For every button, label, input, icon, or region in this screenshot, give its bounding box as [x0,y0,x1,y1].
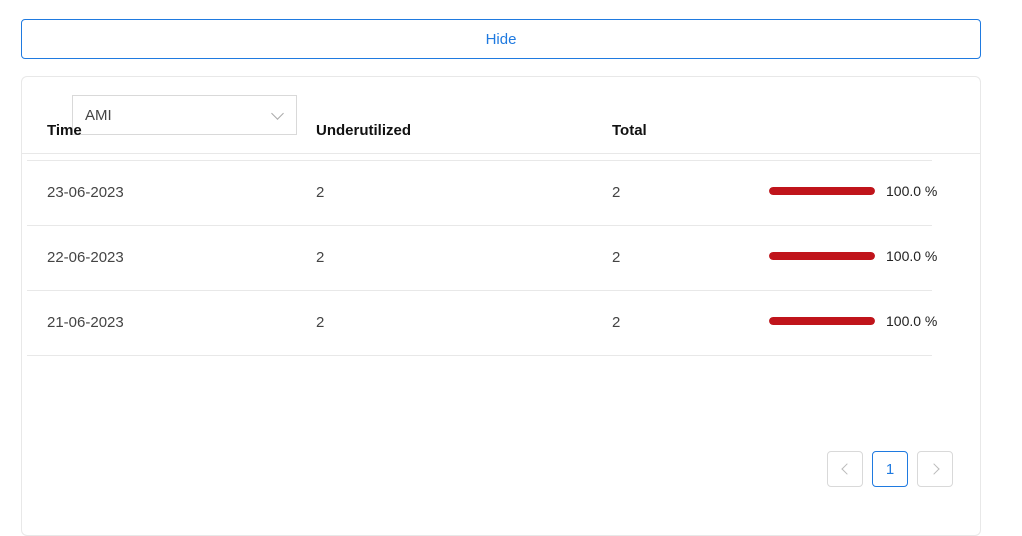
table-row: 23-06-2023 2 2 100.0 % [27,161,937,226]
progress-bar: 100.0 % [769,248,949,264]
table-header: Time Underutilized Total [27,97,932,161]
progress-fill [769,317,875,325]
column-header-time: Time [47,122,82,139]
hide-button[interactable]: Hide [21,19,981,59]
table-row: 22-06-2023 2 2 100.0 % [27,226,937,291]
progress-track [769,187,875,195]
pagination-next-button[interactable] [917,451,953,487]
progress-track [769,252,875,260]
progress-bar: 100.0 % [769,313,949,329]
chevron-left-icon [840,463,853,475]
cell-total: 2 [612,249,621,266]
progress-bar: 100.0 % [769,183,949,199]
table-row: 21-06-2023 2 2 100.0 % [27,291,937,356]
progress-fill [769,252,875,260]
cell-time: 22-06-2023 [47,249,124,266]
progress-track [769,317,875,325]
cell-total: 2 [612,314,621,331]
column-header-total: Total [612,122,647,139]
progress-label: 100.0 % [886,248,938,264]
progress-fill [769,187,875,195]
chevron-right-icon [927,463,940,475]
cell-time: 21-06-2023 [47,314,124,331]
column-header-underutilized: Underutilized [316,122,412,139]
progress-label: 100.0 % [886,313,938,329]
progress-label: 100.0 % [886,183,938,199]
pagination-prev-button[interactable] [827,451,863,487]
pagination-page-button[interactable]: 1 [872,451,908,487]
cell-underutilized: 2 [316,249,325,266]
cell-underutilized: 2 [316,184,325,201]
cell-total: 2 [612,184,621,201]
cell-time: 23-06-2023 [47,184,124,201]
cell-underutilized: 2 [316,314,325,331]
utilization-table: Time Underutilized Total 23-06-2023 2 2 … [27,97,937,356]
